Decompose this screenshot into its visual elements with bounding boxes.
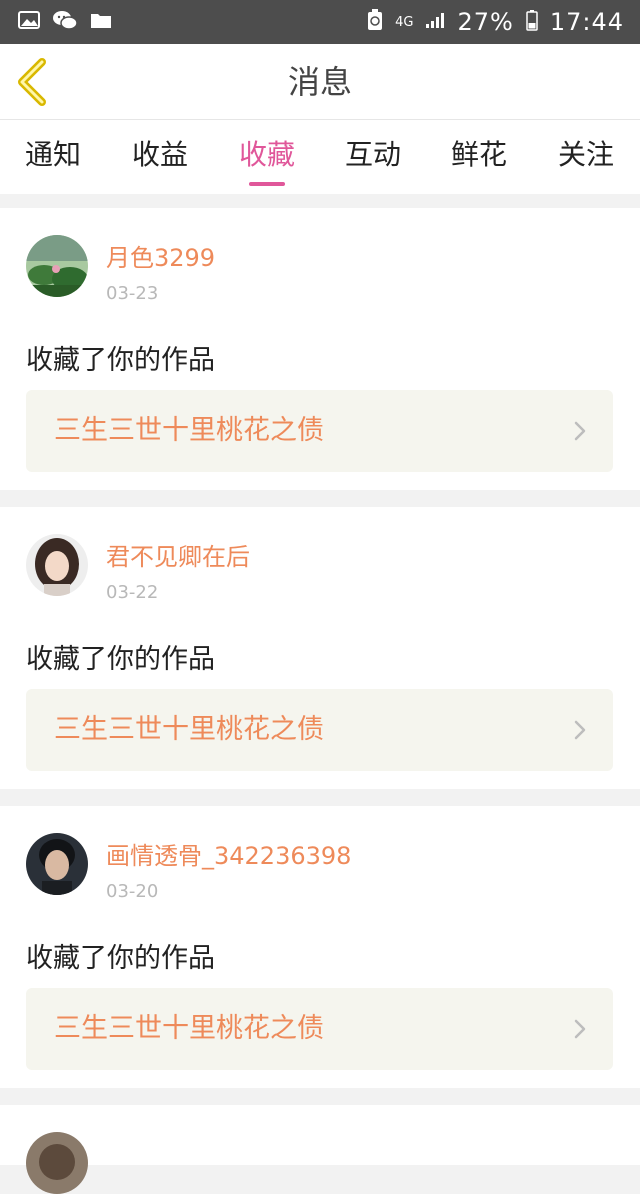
work-link[interactable]: 三生三世十里桃花之债: [26, 988, 613, 1070]
work-title: 三生三世十里桃花之债: [54, 415, 324, 446]
work-link[interactable]: 三生三世十里桃花之债: [26, 390, 613, 472]
folder-icon: [90, 11, 112, 33]
network-type: 4G: [395, 14, 414, 30]
list-item: 画情透骨_342236398 03-20 收藏了你的作品 三生三世十里桃花之债: [0, 806, 640, 1088]
activity-text: 收藏了你的作品: [26, 943, 215, 974]
tab-follows[interactable]: 关注: [533, 120, 639, 194]
timestamp: 03-23: [106, 283, 159, 304]
chevron-right-icon: [574, 720, 586, 740]
tab-notifications[interactable]: 通知: [0, 120, 106, 194]
username[interactable]: 君不见卿在后: [106, 537, 250, 572]
timestamp: 03-22: [106, 582, 159, 603]
work-link[interactable]: 三生三世十里桃花之债: [26, 689, 613, 771]
page-title: 消息: [287, 63, 352, 101]
username[interactable]: 月色3299: [106, 238, 215, 273]
battery-icon: [526, 9, 538, 35]
tab-bar: 通知 收益 收藏 互动 鲜花 关注: [0, 120, 640, 194]
username[interactable]: 画情透骨_342236398: [106, 836, 351, 871]
avatar[interactable]: [26, 1132, 88, 1194]
avatar[interactable]: [26, 534, 88, 596]
chevron-right-icon: [574, 1019, 586, 1039]
activity-text: 收藏了你的作品: [26, 644, 215, 675]
work-title: 三生三世十里桃花之债: [54, 1013, 324, 1044]
timestamp: 03-20: [106, 881, 159, 902]
status-bar: 4G 27% 17:44: [0, 0, 640, 44]
tab-earnings[interactable]: 收益: [107, 120, 213, 194]
recycle-battery-icon: [367, 9, 383, 35]
header: 消息: [0, 44, 640, 120]
tab-flowers[interactable]: 鲜花: [426, 120, 532, 194]
status-right: 4G 27% 17:44: [367, 8, 624, 36]
wechat-icon: [52, 10, 78, 34]
image-icon: [18, 10, 40, 34]
avatar[interactable]: [26, 833, 88, 895]
battery-percent: 27%: [457, 8, 514, 36]
activity-text: 收藏了你的作品: [26, 345, 215, 376]
avatar[interactable]: [26, 235, 88, 297]
list-item: [0, 1105, 640, 1194]
chevron-right-icon: [574, 421, 586, 441]
signal-icon: [425, 11, 445, 33]
list-item: 君不见卿在后 03-22 收藏了你的作品 三生三世十里桃花之债: [0, 507, 640, 789]
active-tab-indicator: [249, 182, 285, 186]
list-item: 月色3299 03-23 收藏了你的作品 三生三世十里桃花之债: [0, 208, 640, 490]
clock: 17:44: [549, 8, 624, 36]
status-left: [18, 10, 112, 34]
tab-interactions[interactable]: 互动: [320, 120, 426, 194]
work-title: 三生三世十里桃花之债: [54, 714, 324, 745]
